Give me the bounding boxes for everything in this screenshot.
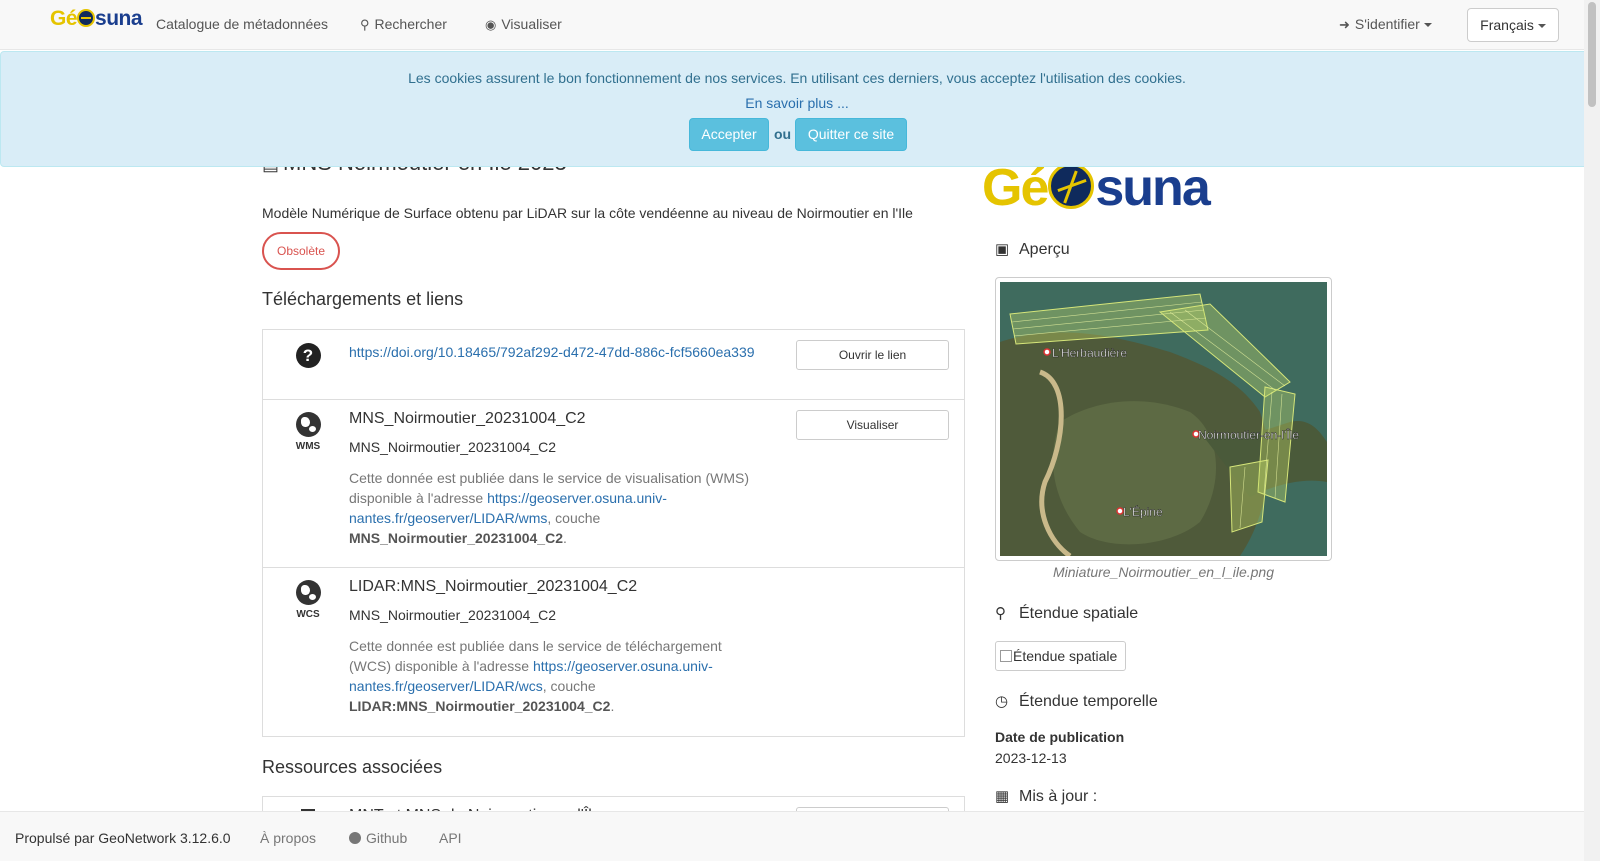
spatial-extent-image: Étendue spatiale: [995, 641, 1126, 671]
publication-date-label: Date de publication: [995, 729, 1125, 745]
github-icon: [349, 832, 361, 844]
map-label-epine: L'Épine: [1123, 504, 1163, 519]
preview-heading: ▣ Aperçu: [995, 240, 1070, 259]
link-description: Cette donnée est publiée dans le service…: [349, 636, 729, 716]
globe-icon: ◉: [485, 17, 497, 32]
publication-date-value: 2023-12-13: [995, 750, 1067, 766]
nav-visualize-label: Visualiser: [501, 16, 562, 32]
image-icon: ▣: [995, 241, 1010, 258]
link-type-icon: WCS: [293, 580, 323, 620]
updated-heading: ▦ Mis à jour :: [995, 787, 1097, 806]
doi-link[interactable]: https://doi.org/10.18465/792af292-d472-4…: [349, 344, 755, 360]
logo-globe-icon: [77, 9, 96, 27]
language-selector[interactable]: Français: [1467, 8, 1559, 42]
sign-in-icon: ➜: [1339, 17, 1350, 32]
preview-caption: Miniature_Noirmoutier_en_l_ile.png: [1052, 564, 1274, 580]
globe-icon: [295, 412, 321, 437]
link-title: MNS_Noirmoutier_20231004_C2: [349, 410, 586, 427]
status-badge: Obsolète: [262, 232, 340, 270]
map-label-noirmoutier: Noirmoutier-en-l'Île: [1198, 427, 1299, 442]
link-row-wms: WMS MNS_Noirmoutier_20231004_C2 MNS_Noir…: [263, 400, 964, 568]
link-type-icon: ?: [293, 343, 323, 368]
spatial-image-alt: Étendue spatiale: [1013, 648, 1118, 664]
preview-image: L'Herbaudière Noirmoutier-en-l'Île L'Épi…: [1000, 282, 1327, 556]
record-abstract: Modèle Numérique de Surface obtenu par L…: [262, 205, 913, 221]
desc-text: , couche: [547, 510, 601, 526]
downloads-panel: ? https://doi.org/10.18465/792af292-d472…: [262, 329, 965, 737]
accept-cookies-button[interactable]: Accepter: [689, 118, 769, 151]
search-icon: ⚲: [360, 17, 370, 32]
logo-text-right: suna: [95, 7, 143, 30]
caret-down-icon: [1423, 23, 1432, 28]
calendar-icon: ▦: [995, 788, 1010, 805]
map-label-herbaudiere: L'Herbaudière: [1052, 346, 1127, 360]
link-subtitle: MNS_Noirmoutier_20231004_C2: [349, 607, 557, 623]
powered-by-text[interactable]: Propulsé par GeoNetwork 3.12.6.0: [15, 830, 231, 846]
map-marker-icon: ⚲: [995, 605, 1006, 622]
language-label: Français: [1480, 17, 1534, 33]
cookie-message: Les cookies assurent le bon fonctionneme…: [408, 70, 1186, 86]
spatial-heading-text: Étendue spatiale: [1019, 605, 1139, 622]
preview-thumbnail[interactable]: L'Herbaudière Noirmoutier-en-l'Île L'Épi…: [995, 277, 1332, 561]
login-label: S'identifier: [1354, 16, 1420, 32]
clock-icon: ◷: [995, 693, 1009, 710]
visualize-button[interactable]: Visualiser: [796, 410, 949, 440]
geosuna-logo-large: Gé suna: [982, 159, 1211, 217]
question-icon: ?: [295, 343, 321, 368]
link-subtitle: MNS_Noirmoutier_20231004_C2: [349, 439, 557, 455]
nav-search-link[interactable]: ⚲ Rechercher: [360, 16, 447, 33]
logo-globe-icon: [1048, 163, 1095, 209]
layer-name: LIDAR:MNS_Noirmoutier_20231004_C2: [349, 698, 611, 714]
quit-site-button[interactable]: Quitter ce site: [795, 118, 907, 151]
temporal-extent-heading: ◷ Étendue temporelle: [995, 692, 1158, 711]
logo-text-left: Gé: [982, 159, 1049, 217]
downloads-heading: Téléchargements et liens: [262, 289, 464, 309]
page-scrollbar[interactable]: [1584, 0, 1600, 861]
layer-name: MNS_Noirmoutier_20231004_C2: [349, 530, 563, 546]
login-dropdown[interactable]: ➜ S'identifier: [1339, 16, 1432, 33]
cookie-more-link[interactable]: En savoir plus ...: [1, 95, 1593, 111]
link-type-icon: WMS: [293, 412, 323, 452]
footer-github-link[interactable]: Github: [349, 830, 407, 846]
cookie-or-text: ou: [774, 126, 792, 142]
spatial-extent-heading: ⚲ Étendue spatiale: [995, 604, 1138, 623]
geosuna-logo[interactable]: Gé suna: [50, 7, 143, 31]
footer-about-link[interactable]: À propos: [260, 830, 316, 846]
globe-icon: [295, 580, 321, 605]
protocol-label: WMS: [295, 441, 321, 452]
open-link-button[interactable]: Ouvrir le lien: [796, 340, 949, 370]
nav-visualize-link[interactable]: ◉ Visualiser: [485, 16, 562, 33]
footer-github-label: Github: [366, 830, 408, 846]
footer: Propulsé par GeoNetwork 3.12.6.0 À propo…: [0, 811, 1594, 861]
logo-text-right: suna: [1095, 159, 1210, 217]
footer-api-link[interactable]: API: [439, 830, 462, 846]
protocol-label: WCS: [296, 609, 320, 620]
temporal-heading-text: Étendue temporelle: [1019, 693, 1158, 710]
top-navbar: Gé suna Catalogue de métadonnées ⚲ Recherc…: [0, 0, 1584, 50]
desc-text: .: [563, 530, 567, 546]
desc-text: , couche: [542, 678, 596, 694]
link-row-doi: ? https://doi.org/10.18465/792af292-d472…: [263, 330, 964, 400]
nav-catalogue-link[interactable]: Catalogue de métadonnées: [156, 16, 328, 32]
scrollbar-thumb[interactable]: [1588, 2, 1596, 107]
logo-text-left: Gé: [50, 7, 78, 30]
link-title: LIDAR:MNS_Noirmoutier_20231004_C2: [349, 578, 638, 595]
cookie-banner: Les cookies assurent le bon fonctionneme…: [0, 51, 1594, 167]
desc-text: .: [610, 698, 615, 714]
updated-heading-text: Mis à jour :: [1019, 788, 1098, 805]
broken-image-icon: [1000, 650, 1012, 662]
link-description: Cette donnée est publiée dans le service…: [349, 468, 759, 548]
nav-search-label: Rechercher: [374, 16, 447, 32]
preview-heading-text: Aperçu: [1019, 241, 1070, 258]
associated-heading: Ressources associées: [262, 757, 443, 777]
link-row-wcs: WCS LIDAR:MNS_Noirmoutier_20231004_C2 MN…: [263, 568, 964, 736]
aerial-map-preview: L'Herbaudière Noirmoutier-en-l'Île L'Épi…: [1000, 282, 1327, 556]
caret-down-icon: [1537, 24, 1546, 29]
